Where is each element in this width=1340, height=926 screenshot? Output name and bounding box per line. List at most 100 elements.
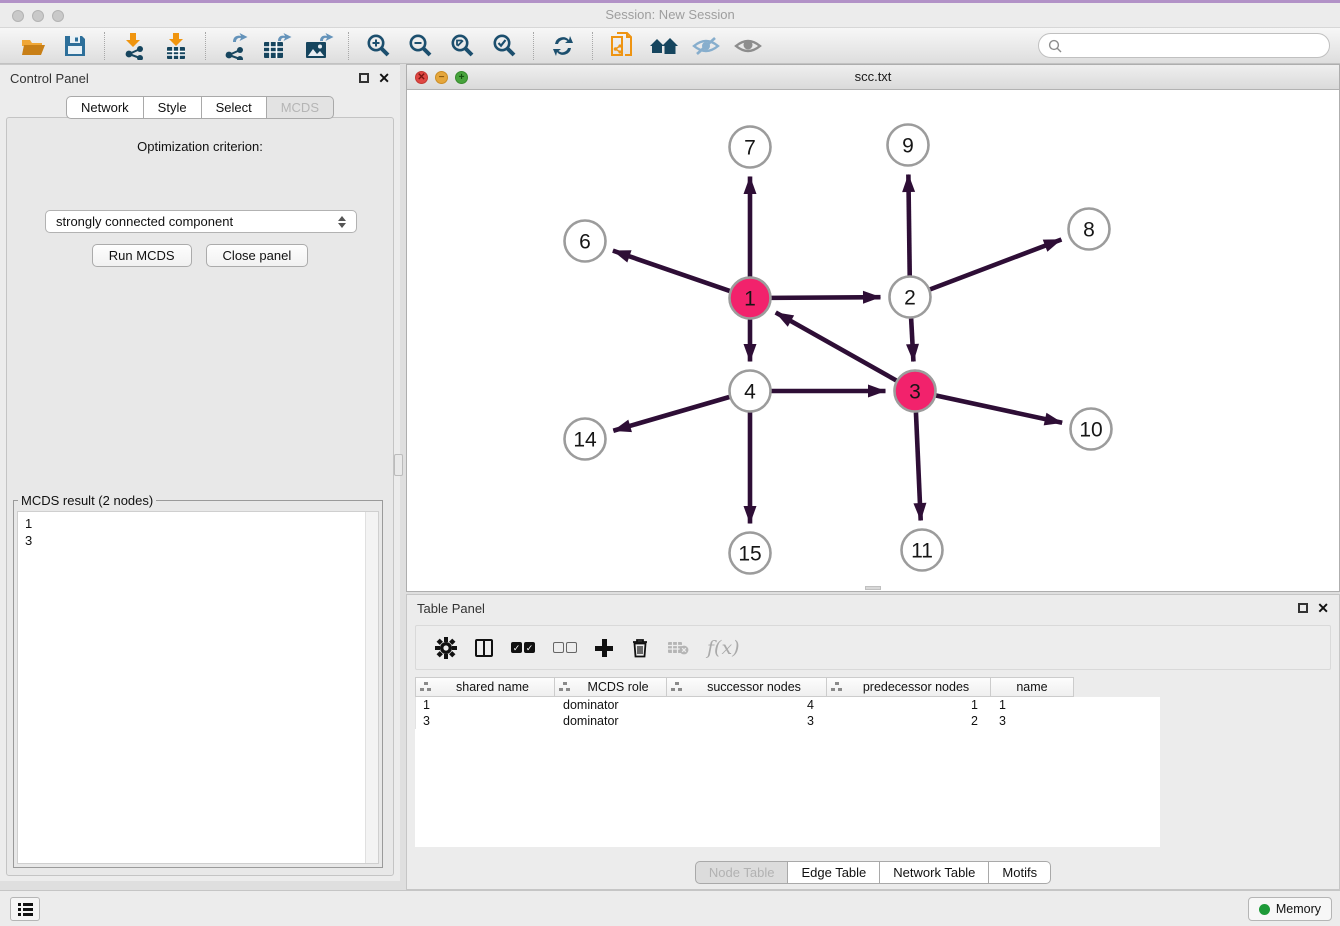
network-window-titlebar: ✕ − + scc.txt bbox=[407, 65, 1339, 90]
network-file-icon[interactable] bbox=[607, 32, 637, 60]
tab-network-table[interactable]: Network Table bbox=[880, 861, 989, 884]
network-close-icon[interactable]: ✕ bbox=[415, 71, 428, 84]
node-label-3: 3 bbox=[909, 380, 921, 403]
column-header[interactable]: predecessor nodes bbox=[827, 677, 991, 697]
node-label-2: 2 bbox=[904, 286, 916, 309]
import-table-icon[interactable] bbox=[161, 32, 191, 60]
import-network-icon[interactable] bbox=[119, 32, 149, 60]
tab-motifs[interactable]: Motifs bbox=[989, 861, 1051, 884]
tab-network[interactable]: Network bbox=[66, 96, 144, 119]
edge-1-2[interactable] bbox=[771, 297, 880, 298]
tree-sort-icon bbox=[420, 682, 431, 692]
app-window: Session: New Session bbox=[0, 0, 1340, 926]
table-header-row: shared nameMCDS rolesuccessor nodes prede… bbox=[415, 677, 1160, 697]
edge-2-8[interactable] bbox=[930, 239, 1061, 289]
open-file-icon[interactable] bbox=[18, 32, 48, 60]
table-settings-icon[interactable] bbox=[435, 637, 457, 659]
zoom-selected-icon[interactable] bbox=[489, 32, 519, 60]
zoom-out-icon[interactable] bbox=[405, 32, 435, 60]
column-header-label: predecessor nodes bbox=[842, 680, 990, 694]
float-table-panel-icon[interactable] bbox=[1298, 603, 1308, 613]
toolbar-separator bbox=[205, 32, 206, 60]
close-panel-button[interactable]: Close panel bbox=[206, 244, 309, 267]
hide-selected-icon[interactable] bbox=[691, 32, 721, 60]
task-history-button[interactable] bbox=[10, 897, 40, 921]
table-row[interactable]: 3dominator323 bbox=[416, 713, 1160, 729]
column-header[interactable]: MCDS role bbox=[555, 677, 667, 697]
edge-2-3[interactable] bbox=[911, 318, 913, 361]
control-panel: Control Panel ✕ NetworkStyleSelectMCDS O… bbox=[0, 64, 400, 881]
edge-2-9[interactable] bbox=[908, 174, 909, 275]
network-resize-grip[interactable] bbox=[865, 586, 881, 590]
divider-grip[interactable] bbox=[394, 454, 403, 476]
node-label-14: 14 bbox=[573, 428, 597, 451]
search-icon bbox=[1048, 39, 1062, 53]
table-panel: Table Panel ✕ ✓✓ f(x) bbox=[406, 594, 1340, 890]
network-canvas[interactable]: 7968124314101511 bbox=[407, 90, 1339, 591]
delete-icon[interactable] bbox=[631, 637, 649, 658]
table-panel-header: Table Panel ✕ bbox=[407, 595, 1339, 623]
memory-label: Memory bbox=[1276, 902, 1321, 916]
column-header[interactable]: shared name bbox=[415, 677, 555, 697]
run-mcds-button[interactable]: Run MCDS bbox=[92, 244, 192, 267]
table-cell: dominator bbox=[556, 697, 668, 713]
node-label-8: 8 bbox=[1083, 218, 1095, 241]
search-field[interactable] bbox=[1038, 33, 1330, 58]
export-table-icon[interactable] bbox=[262, 32, 292, 60]
select-stepper-icon bbox=[338, 216, 346, 228]
edge-1-6[interactable] bbox=[613, 251, 730, 291]
close-table-panel-icon[interactable]: ✕ bbox=[1317, 602, 1329, 614]
float-panel-icon[interactable] bbox=[359, 73, 369, 83]
tab-select[interactable]: Select bbox=[202, 96, 267, 119]
mcds-result-area[interactable]: 1 3 bbox=[17, 511, 379, 864]
minimize-window-icon[interactable] bbox=[32, 10, 44, 22]
zoom-fit-icon[interactable] bbox=[447, 32, 477, 60]
tree-sort-icon bbox=[559, 682, 570, 692]
edge-3-10[interactable] bbox=[936, 396, 1062, 423]
edge-3-1[interactable] bbox=[776, 312, 897, 380]
memory-button[interactable]: Memory bbox=[1248, 897, 1332, 921]
select-all-icon[interactable]: ✓✓ bbox=[511, 642, 535, 653]
titlebar: Session: New Session bbox=[0, 3, 1340, 28]
deselect-all-icon[interactable] bbox=[553, 642, 577, 653]
add-icon[interactable] bbox=[595, 639, 613, 657]
delete-column-icon[interactable] bbox=[667, 640, 689, 656]
toolbar-separator bbox=[104, 32, 105, 60]
close-window-icon[interactable] bbox=[12, 10, 24, 22]
function-builder-icon[interactable]: f(x) bbox=[707, 637, 740, 659]
home-icon[interactable] bbox=[649, 32, 679, 60]
tab-node-table[interactable]: Node Table bbox=[695, 861, 789, 884]
maximize-window-icon[interactable] bbox=[52, 10, 64, 22]
table-cell: dominator bbox=[556, 713, 668, 729]
save-session-icon[interactable] bbox=[60, 32, 90, 60]
export-image-icon[interactable] bbox=[304, 32, 334, 60]
network-minimize-icon[interactable]: − bbox=[435, 71, 448, 84]
tab-style[interactable]: Style bbox=[144, 96, 202, 119]
show-columns-icon[interactable] bbox=[475, 639, 493, 657]
node-label-1: 1 bbox=[744, 287, 756, 310]
criterion-select[interactable]: strongly connected component bbox=[45, 210, 357, 233]
column-header[interactable]: successor nodes bbox=[667, 677, 827, 697]
table-cell: 2 bbox=[828, 713, 992, 729]
column-header[interactable]: name bbox=[991, 677, 1074, 697]
tab-mcds[interactable]: MCDS bbox=[267, 96, 334, 119]
search-input[interactable] bbox=[1068, 38, 1320, 53]
node-label-4: 4 bbox=[744, 380, 756, 403]
mcds-panel-body: Optimization criterion: strongly connect… bbox=[6, 117, 394, 876]
table-row[interactable]: 1dominator411 bbox=[416, 697, 1160, 713]
tree-sort-icon bbox=[831, 682, 842, 692]
toolbar-separator bbox=[533, 32, 534, 60]
tab-edge-table[interactable]: Edge Table bbox=[788, 861, 880, 884]
zoom-in-icon[interactable] bbox=[363, 32, 393, 60]
export-network-icon[interactable] bbox=[220, 32, 250, 60]
show-all-icon[interactable] bbox=[733, 32, 763, 60]
network-maximize-icon[interactable]: + bbox=[455, 71, 468, 84]
window-title: Session: New Session bbox=[0, 3, 1340, 27]
close-panel-icon[interactable]: ✕ bbox=[378, 72, 390, 84]
edge-4-14[interactable] bbox=[613, 397, 729, 431]
edge-3-11[interactable] bbox=[916, 412, 921, 520]
refresh-icon[interactable] bbox=[548, 32, 578, 60]
node-label-6: 6 bbox=[579, 230, 591, 253]
result-scrollbar[interactable] bbox=[365, 512, 378, 863]
toolbar-separator bbox=[592, 32, 593, 60]
